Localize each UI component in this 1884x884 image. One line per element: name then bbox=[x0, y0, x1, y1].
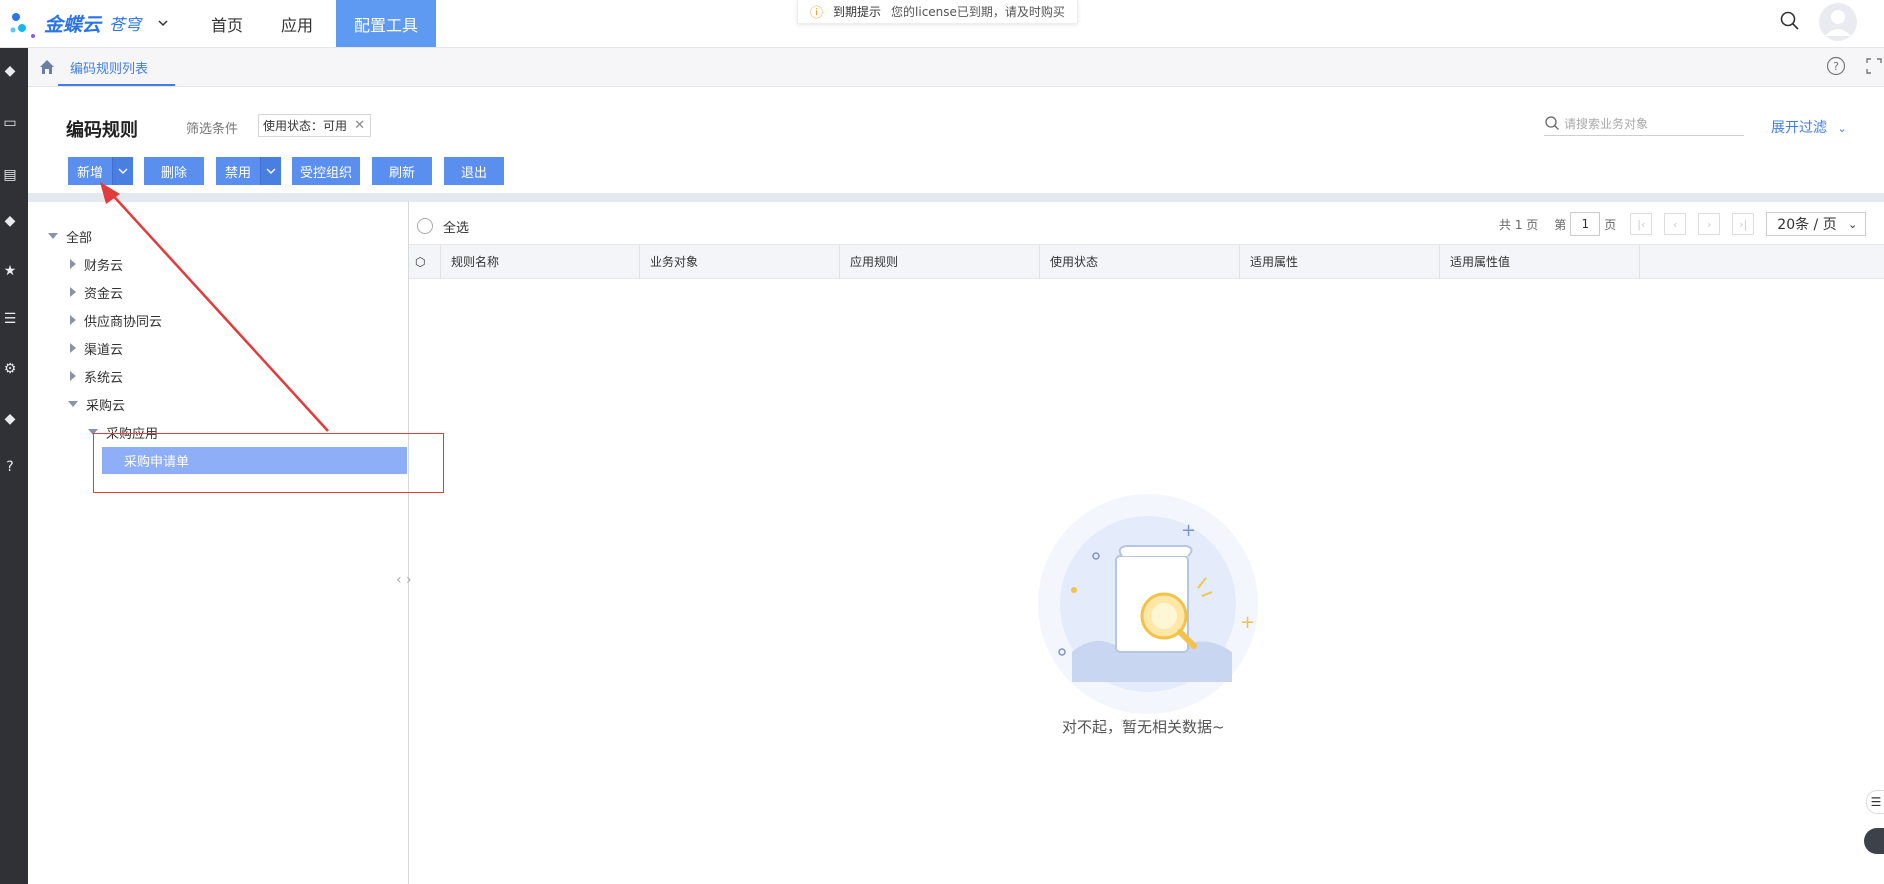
column-header[interactable]: 适用属性值 bbox=[1440, 245, 1640, 278]
annotation-arrow bbox=[100, 182, 329, 432]
expiry-toast: ⓘ 到期提示 您的license已到期，请及时购买 bbox=[797, 0, 1078, 24]
search-input[interactable]: 请搜索业务对象 bbox=[1544, 111, 1744, 136]
svg-text:+: + bbox=[1240, 612, 1255, 633]
caret-right-icon bbox=[70, 287, 76, 297]
caret-right-icon bbox=[70, 315, 76, 325]
side-menu-icon[interactable]: ☰ bbox=[1866, 790, 1884, 814]
active-tab-indicator bbox=[58, 84, 175, 86]
layers-icon[interactable]: ◆ bbox=[0, 61, 20, 81]
empty-state-text: 对不起，暂无相关数据~ bbox=[1062, 718, 1225, 736]
pager: 共 1 页 第 1 页 |‹ ‹ › ›| 20条 / 页 ⌄ bbox=[1499, 212, 1867, 236]
home-icon[interactable] bbox=[38, 58, 56, 76]
chevron-down-icon: ⌄ bbox=[1848, 217, 1858, 231]
tab-strip bbox=[28, 48, 1884, 87]
expand-filter-label: 展开过滤 bbox=[1771, 120, 1827, 136]
close-icon[interactable]: ✕ bbox=[354, 118, 365, 133]
caret-down-icon bbox=[48, 233, 58, 239]
tab-code-rule-list[interactable]: 编码规则列表 bbox=[70, 58, 148, 77]
search-icon[interactable] bbox=[1779, 10, 1801, 32]
expand-filter-link[interactable]: 展开过滤 ⌄ bbox=[1771, 117, 1847, 137]
select-all-radio[interactable] bbox=[417, 218, 433, 234]
star-icon[interactable]: ★ bbox=[0, 261, 20, 281]
column-header[interactable]: 规则名称 bbox=[441, 245, 640, 278]
column-settings-icon[interactable]: ⬡ bbox=[409, 245, 441, 278]
stack-icon[interactable]: ◆ bbox=[0, 211, 20, 231]
logo-text: 金蝶云 bbox=[44, 14, 102, 36]
svg-text:+: + bbox=[1181, 520, 1196, 541]
chevron-down-icon[interactable] bbox=[157, 17, 169, 29]
empty-state-illustration: + + bbox=[1038, 494, 1258, 714]
column-header[interactable]: 适用属性 bbox=[1240, 245, 1440, 278]
folder-icon[interactable]: ▤ bbox=[0, 165, 20, 185]
nav-apps[interactable]: 应用 bbox=[267, 0, 327, 47]
exit-button[interactable]: 退出 bbox=[444, 157, 504, 185]
nav-home[interactable]: 首页 bbox=[197, 0, 257, 47]
last-page-button[interactable]: ›| bbox=[1732, 213, 1755, 235]
search-placeholder: 请搜索业务对象 bbox=[1564, 116, 1649, 131]
caret-down-icon bbox=[68, 401, 78, 407]
panel-collapse-handle[interactable]: ‹ › bbox=[396, 572, 412, 588]
gear-icon[interactable]: ⚙ bbox=[0, 359, 20, 379]
chevron-down-icon bbox=[266, 168, 276, 174]
caret-right-icon bbox=[70, 259, 76, 269]
question-icon[interactable]: ? bbox=[1826, 56, 1846, 76]
filter-chip[interactable]: 使用状态：可用 ✕ bbox=[258, 114, 371, 137]
assistant-avatar[interactable] bbox=[1864, 828, 1884, 854]
annotation-highlight-box bbox=[93, 433, 444, 493]
page-number-input[interactable]: 1 bbox=[1570, 212, 1601, 236]
column-header[interactable]: 应用规则 bbox=[840, 245, 1040, 278]
tree-root[interactable]: 全部 bbox=[48, 226, 92, 246]
page-size-select[interactable]: 20条 / 页 ⌄ bbox=[1766, 212, 1867, 236]
nav-config-tools[interactable]: 配置工具 bbox=[336, 0, 436, 47]
pager-total: 共 1 页 bbox=[1499, 217, 1539, 232]
image-icon[interactable]: ▭ bbox=[0, 113, 20, 133]
refresh-button[interactable]: 刷新 bbox=[372, 157, 432, 185]
pager-prefix: 第 bbox=[1554, 217, 1567, 232]
layers2-icon[interactable]: ◆ bbox=[0, 409, 20, 429]
fullscreen-icon[interactable] bbox=[1864, 56, 1884, 76]
column-header[interactable]: 业务对象 bbox=[640, 245, 840, 278]
logo-subtitle: 苍穹 bbox=[109, 15, 142, 34]
select-all-label[interactable]: 全选 bbox=[443, 217, 469, 236]
page-size-value: 20条 / 页 bbox=[1777, 217, 1837, 233]
table-header: ⬡ 规则名称 业务对象 应用规则 使用状态 适用属性 适用属性值 bbox=[409, 244, 1884, 279]
logo[interactable]: 金蝶云 苍穹 bbox=[8, 8, 169, 38]
prev-page-button[interactable]: ‹ bbox=[1664, 213, 1687, 235]
svg-text:?: ? bbox=[1833, 60, 1839, 73]
caret-right-icon bbox=[70, 343, 76, 353]
next-page-button[interactable]: › bbox=[1698, 213, 1721, 235]
left-rail: ◆ ▭ ▤ ◆ ★ ☰ ⚙ ◆ ? bbox=[0, 47, 28, 884]
first-page-button[interactable]: |‹ bbox=[1630, 213, 1653, 235]
tree-root-label: 全部 bbox=[66, 230, 93, 246]
warning-icon: ⓘ bbox=[810, 6, 824, 21]
avatar[interactable] bbox=[1818, 2, 1858, 42]
toast-title: 到期提示 bbox=[833, 5, 882, 19]
caret-right-icon bbox=[70, 371, 76, 381]
pager-suffix: 页 bbox=[1604, 217, 1617, 232]
page-title: 编码规则 bbox=[66, 120, 138, 141]
help-icon[interactable]: ? bbox=[0, 457, 20, 477]
chevron-down-icon: ⌄ bbox=[1837, 122, 1847, 135]
column-header[interactable]: 使用状态 bbox=[1040, 245, 1240, 278]
filter-chip-label: 使用状态：可用 bbox=[263, 119, 348, 133]
filter-label: 筛选条件 bbox=[186, 122, 239, 137]
chevron-down-icon bbox=[118, 168, 128, 174]
search-icon bbox=[1545, 116, 1559, 130]
document-icon[interactable]: ☰ bbox=[0, 309, 20, 329]
toast-message: 您的license已到期，请及时购买 bbox=[891, 5, 1065, 19]
logo-icon bbox=[10, 13, 35, 38]
